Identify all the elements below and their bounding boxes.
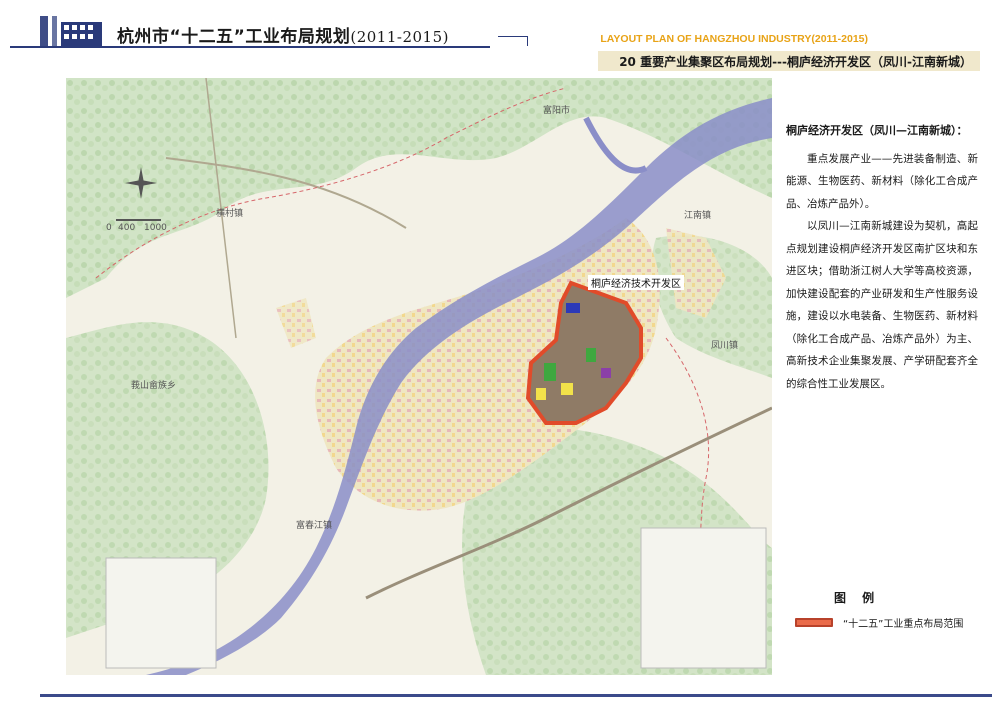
description-heading: 桐庐经济开发区（凤川—江南新城）： [786, 124, 968, 137]
page-subtitle: 20 重要产业集聚区布局规划---桐庐经济开发区（凤川-江南新城） [619, 55, 972, 69]
map-scale-0: 0 [106, 223, 112, 233]
header-divider [10, 46, 490, 48]
english-title: LAYOUT PLAN OF HANGZHOU INDUSTRY(2011-20… [600, 33, 868, 45]
description-paragraph-2: 以凤川—江南新城建设为契机，高起点规划建设桐庐经济开发区南扩区块和东进区块；借助… [786, 220, 978, 390]
legend-zone-swatch [795, 618, 833, 627]
page-title: 杭州市“十二五”工业布局规划(2011-2015) [117, 22, 449, 47]
page-title-years: (2011-2015) [350, 28, 449, 46]
map-label-hengcun: 横村镇 [216, 209, 244, 219]
description-panel: 桐庐经济开发区（凤川—江南新城）： 重点发展产业——先进装备制造、新能源、生物医… [786, 120, 978, 395]
legend-zone-label: “十二五”工业重点布局范围 [843, 619, 964, 630]
header-logo-grid [40, 16, 102, 46]
map-scale-1000: 1000 [144, 223, 167, 233]
map-label-fuchun: 富春江镇 [296, 521, 333, 531]
map-label-jiangnan: 江南镇 [684, 211, 712, 221]
description-paragraph-1: 重点发展产业——先进装备制造、新能源、生物医药、新材料（除化工合成产品、冶炼产品… [786, 152, 978, 210]
map-label-fuyang: 富阳市 [543, 106, 571, 116]
map-label-fengchuan: 凤川镇 [711, 341, 739, 351]
footer-divider [40, 694, 992, 697]
planning-map-svg [66, 78, 772, 675]
map-label-zone: 桐庐经济技术开发区 [588, 275, 684, 290]
map-scale-400: 400 [118, 223, 136, 233]
header-divider-bracket [498, 36, 528, 46]
legend-title: 图 例 [834, 591, 881, 605]
page-title-main: 杭州市“十二五”工业布局规划 [117, 27, 351, 47]
map-label-echuan: 莪山畲族乡 [131, 381, 177, 391]
planning-map: 富阳市 横村镇 莪山畲族乡 富春江镇 江南镇 凤川镇 0 400 1000 桐庐… [66, 78, 772, 675]
